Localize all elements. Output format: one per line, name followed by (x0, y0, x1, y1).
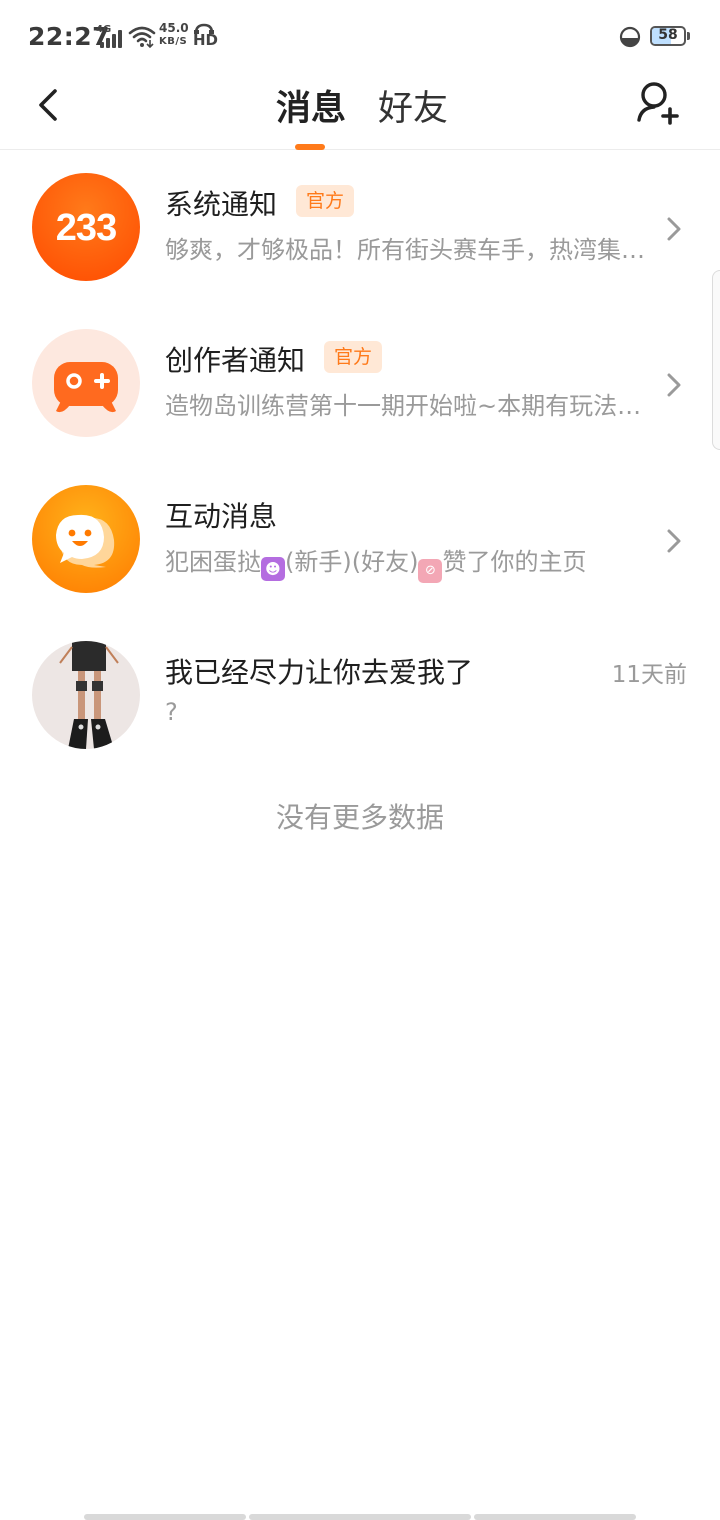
message-preview: ? (165, 698, 178, 726)
message-title: 创作者通知 (165, 344, 306, 377)
side-drawer-handle[interactable] (712, 270, 720, 450)
message-title: 系统通知 (165, 188, 278, 221)
network-speed: 45.0 KB/S (159, 22, 193, 48)
message-item-creator-notice[interactable]: 创作者通知 官方 造物岛训练营第十一期开始啦~本期有玩法教学和奖励 (0, 311, 720, 467)
speed-unit: KB/S (159, 36, 188, 47)
chevron-right-icon (667, 529, 681, 553)
back-button[interactable] (22, 80, 72, 130)
chevron-right-icon (667, 373, 681, 397)
user-avatar (32, 641, 140, 749)
screen: 22:27 4G 45.0 KB/S HD 58 消息 好友 233 系统通知 … (0, 0, 720, 1520)
status-bar: 22:27 4G 45.0 KB/S HD 58 (0, 0, 720, 74)
message-title: 互动消息 (165, 500, 278, 533)
back-arrow-icon (39, 89, 57, 121)
tab-messages[interactable]: 消息 (276, 80, 346, 131)
nav-bar-segment (474, 1514, 636, 1520)
sender-tags: (新手)(好友) (285, 548, 419, 576)
official-badge: 官方 (296, 185, 355, 217)
no-more-data-label: 没有更多数据 (275, 801, 444, 834)
battery-level: 58 (658, 27, 678, 43)
prohibited-emoji-icon: ⊘ (418, 559, 443, 583)
network-type-label: 4G (96, 24, 112, 35)
add-friend-button[interactable] (630, 76, 686, 132)
233-logo-icon: 233 (32, 173, 140, 281)
message-item-interaction[interactable]: 互动消息 犯困蛋挞 ☻ (新手)(好友) ⊘ 赞了你的主页 (0, 467, 720, 623)
message-preview: 够爽，才够极品！所有街头赛车手，热湾集结出发！ (165, 236, 647, 264)
sender-name: 犯困蛋挞 (165, 548, 261, 576)
gamepad-icon (32, 329, 140, 437)
official-badge: 官方 (324, 341, 383, 373)
add-user-icon (637, 82, 679, 125)
chevron-right-icon (667, 217, 681, 241)
message-preview: 造物岛训练营第十一期开始啦~本期有玩法教学和奖励 (165, 392, 647, 420)
nav-bar-segment (249, 1514, 471, 1520)
action-text: 赞了你的主页 (442, 548, 587, 576)
nav-bar-segment (84, 1514, 246, 1520)
tab-indicator (295, 144, 325, 150)
wifi-icon (128, 26, 156, 48)
cellular-signal-icon: 4G (96, 24, 124, 48)
speed-value: 45.0 (159, 21, 189, 35)
tab-friends[interactable]: 好友 (378, 80, 448, 131)
message-preview: 犯困蛋挞 ☻ (新手)(好友) ⊘ 赞了你的主页 (165, 542, 647, 583)
message-item-system-notice[interactable]: 233 系统通知 官方 够爽，才够极品！所有街头赛车手，热湾集结出发！ (0, 155, 720, 311)
do-not-disturb-icon (619, 26, 641, 48)
svg-text:233: 233 (56, 207, 116, 249)
hd-label: HD (193, 31, 219, 49)
top-nav-bar: 消息 好友 (0, 74, 720, 150)
chat-bubble-icon (32, 485, 140, 593)
devil-emoji-icon: ☻ (261, 557, 285, 581)
message-time: 11天前 (611, 662, 687, 688)
message-item-private-chat[interactable]: 我已经尽力让你去爱我了 11天前 ? (0, 623, 720, 779)
message-title: 我已经尽力让你去爱我了 (165, 656, 474, 689)
hd-call-icon: HD (193, 23, 219, 49)
battery-tip (687, 32, 690, 40)
battery-icon: 58 (650, 26, 686, 46)
